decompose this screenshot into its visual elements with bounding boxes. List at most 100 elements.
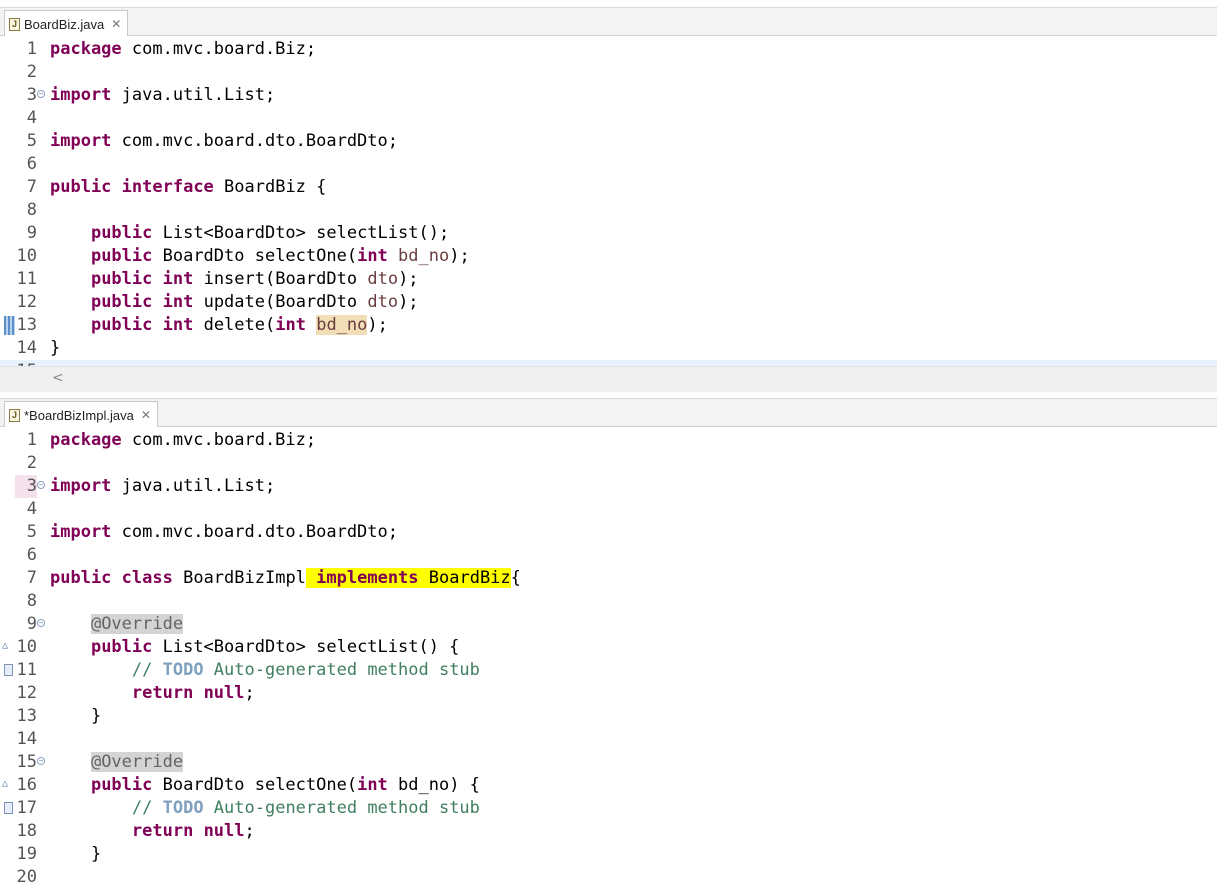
code-text: }: [50, 705, 101, 728]
code-line[interactable]: 6: [0, 544, 1217, 567]
line-number: 4: [26, 499, 37, 519]
code-line[interactable]: 18 return null;: [0, 820, 1217, 843]
code-token: bd_no: [398, 246, 450, 266]
code-line[interactable]: 8: [0, 199, 1217, 222]
code-line[interactable]: 1 package com.mvc.board.Biz;: [0, 429, 1217, 452]
code-line[interactable]: 7 public interface BoardBiz {: [0, 176, 1217, 199]
code-token: );: [398, 292, 419, 312]
code-token: BoardDto selectOne(: [152, 246, 358, 266]
code-token: BoardBizImpl: [172, 568, 306, 588]
tab-boardbiz-java[interactable]: J BoardBiz.java ✕: [4, 10, 129, 37]
code-line[interactable]: 13 }: [0, 705, 1217, 728]
horizontal-scrollbar[interactable]: <: [0, 366, 1217, 392]
code-line[interactable]: 11 public int insert(BoardDto dto);: [0, 268, 1217, 291]
line-number: 10: [16, 637, 37, 657]
scroll-left-icon[interactable]: <: [52, 370, 64, 386]
code-token: public: [90, 637, 153, 657]
code-token: public: [90, 775, 153, 795]
close-icon[interactable]: ✕: [111, 17, 121, 31]
code-token: public: [90, 223, 153, 243]
code-line[interactable]: 14}: [0, 337, 1217, 360]
code-token: java.util.List;: [111, 85, 276, 105]
code-token: List<BoardDto> selectList() {: [152, 637, 460, 657]
code-token: BoardBiz: [418, 568, 511, 588]
code-line[interactable]: 5 import com.mvc.board.dto.BoardDto;: [0, 521, 1217, 544]
code-token: int: [275, 315, 306, 335]
code-line[interactable]: 14: [0, 728, 1217, 751]
code-token: );: [398, 269, 419, 289]
window-top-strip: [0, 0, 1217, 7]
code-text: import com.mvc.board.dto.BoardDto;: [50, 521, 398, 544]
code-token: List<BoardDto> selectList();: [152, 223, 450, 243]
line-number: 8: [26, 200, 37, 220]
code-token: );: [367, 315, 388, 335]
code-token: //: [131, 798, 163, 818]
code-token: );: [449, 246, 470, 266]
code-editor-boardbiz[interactable]: 1 package com.mvc.board.Biz; 2 3− import jav…: [0, 36, 1217, 366]
line-number: 9: [26, 223, 37, 243]
line-number: 1: [26, 39, 37, 59]
code-token: bd_no) {: [387, 775, 480, 795]
code-token: package: [50, 430, 122, 450]
code-line[interactable]: 2: [0, 452, 1217, 475]
code-token: bd_no: [316, 315, 368, 335]
code-text: }: [50, 843, 101, 866]
code-text: import java.util.List;: [50, 475, 275, 498]
code-line[interactable]: 12 return null;: [0, 682, 1217, 705]
code-line[interactable]: 15− @Override: [0, 751, 1217, 774]
fold-collapse-icon[interactable]: −: [37, 90, 45, 98]
code-text: public BoardDto selectOne(int bd_no) {: [50, 774, 480, 797]
code-line[interactable]: 2: [0, 61, 1217, 84]
code-line[interactable]: 17 // TODO Auto-generated method stub: [0, 797, 1217, 820]
code-text: public interface BoardBiz {: [50, 176, 326, 199]
code-line[interactable]: 6: [0, 153, 1217, 176]
code-line[interactable]: △ 10 public List<BoardDto> selectList() {: [0, 636, 1217, 659]
line-number: 14: [16, 338, 37, 358]
fold-collapse-icon[interactable]: −: [37, 481, 45, 489]
code-line[interactable]: 13 public int delete(int bd_no);: [0, 314, 1217, 337]
tab-title: *BoardBizImpl.java: [24, 407, 134, 423]
code-line[interactable]: 9 public List<BoardDto> selectList();: [0, 222, 1217, 245]
code-text: public class BoardBizImpl implements Boa…: [50, 567, 521, 590]
code-line[interactable]: 20: [0, 866, 1217, 884]
code-token: import: [50, 85, 112, 105]
code-line[interactable]: 19 }: [0, 843, 1217, 866]
code-line[interactable]: 11 // TODO Auto-generated method stub: [0, 659, 1217, 682]
code-line[interactable]: 3− import java.util.List;: [0, 475, 1217, 498]
close-icon[interactable]: ✕: [141, 408, 151, 422]
code-line[interactable]: 5 import com.mvc.board.dto.BoardDto;: [0, 130, 1217, 153]
code-text: return null;: [50, 820, 255, 843]
code-line[interactable]: 12 public int update(BoardDto dto);: [0, 291, 1217, 314]
tab-boardbizimpl-java[interactable]: J *BoardBizImpl.java ✕: [4, 401, 158, 428]
code-text: package com.mvc.board.Biz;: [50, 38, 316, 61]
line-number: 11: [16, 660, 37, 680]
code-line[interactable]: 4: [0, 107, 1217, 130]
code-token: return: [131, 821, 194, 841]
line-number: 6: [26, 154, 37, 174]
line-number: 10: [16, 246, 37, 266]
code-line[interactable]: △ 16 public BoardDto selectOne(int bd_no)…: [0, 774, 1217, 797]
code-text: public List<BoardDto> selectList();: [50, 222, 449, 245]
code-token: }: [50, 844, 102, 864]
code-line[interactable]: 3− import java.util.List;: [0, 84, 1217, 107]
code-token: int: [357, 246, 388, 266]
code-line[interactable]: 10 public BoardDto selectOne(int bd_no);: [0, 245, 1217, 268]
code-line[interactable]: 4: [0, 498, 1217, 521]
code-token: {: [510, 568, 521, 588]
code-line[interactable]: 8: [0, 590, 1217, 613]
code-line[interactable]: 9− @Override: [0, 613, 1217, 636]
code-token: ;: [244, 821, 255, 841]
fold-collapse-icon[interactable]: −: [37, 757, 45, 765]
code-editor-boardbizimpl[interactable]: 1 package com.mvc.board.Biz; 2 3− import jav…: [0, 427, 1217, 884]
line-number: 6: [26, 545, 37, 565]
code-line[interactable]: 7 public class BoardBizImpl implements Bo…: [0, 567, 1217, 590]
code-token: import: [50, 476, 112, 496]
code-line[interactable]: 1 package com.mvc.board.Biz;: [0, 38, 1217, 61]
fold-collapse-icon[interactable]: −: [37, 619, 45, 627]
